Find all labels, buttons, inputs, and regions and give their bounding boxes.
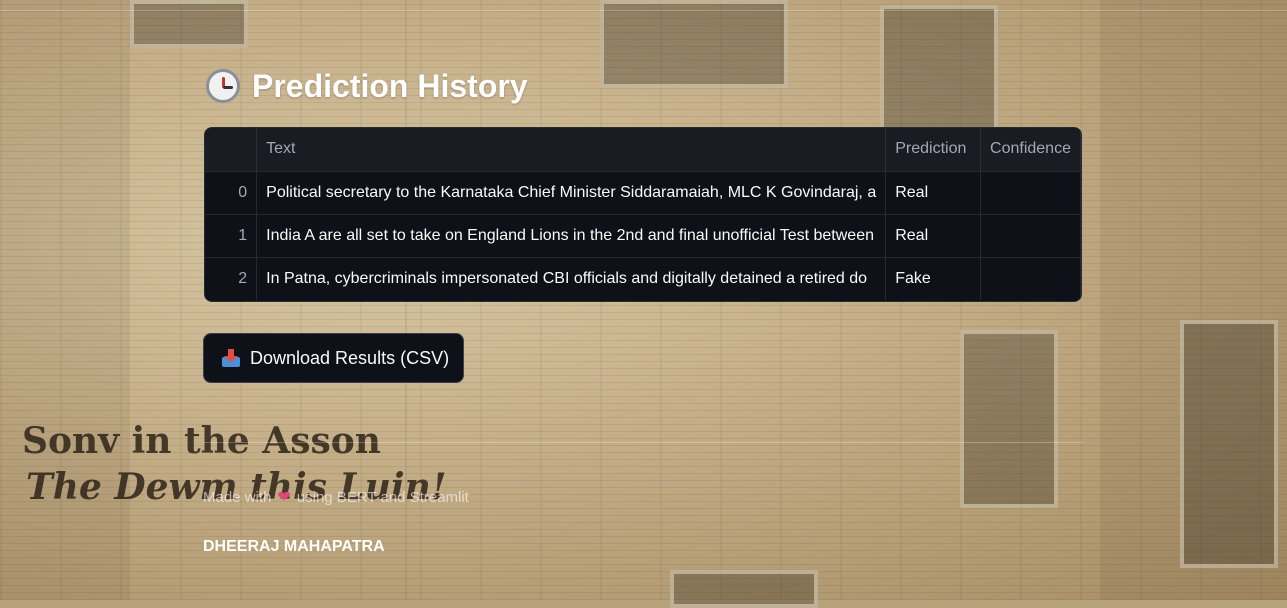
column-header-confidence[interactable]: Confidence <box>980 128 1081 171</box>
section-header: Prediction History <box>206 64 528 108</box>
table-row[interactable]: 0 Political secretary to the Karnataka C… <box>205 170 1081 214</box>
author-name: DHEERAJ MAHAPATRA <box>203 538 385 555</box>
section-title: Prediction History <box>252 67 528 104</box>
footer-note: Made with ❤ using BERT and Streamlit <box>203 487 469 507</box>
footer-made-with: Made with <box>203 488 272 506</box>
text-cell[interactable]: India A are all set to take on England L… <box>256 213 887 257</box>
row-index: 1 <box>205 213 258 257</box>
footer-divider <box>203 442 1083 443</box>
clock-icon <box>206 69 240 103</box>
confidence-cell[interactable] <box>980 213 1081 257</box>
prediction-cell[interactable]: Fake <box>885 256 982 300</box>
table-row[interactable]: 1 India A are all set to take on England… <box>205 213 1081 257</box>
table-header-row: Text Prediction Confidence <box>205 128 1081 171</box>
prediction-cell[interactable]: Real <box>885 213 982 257</box>
text-cell[interactable]: Political secretary to the Karnataka Chi… <box>256 170 887 214</box>
download-csv-button[interactable]: Download Results (CSV) <box>203 333 464 383</box>
column-header-prediction[interactable]: Prediction <box>885 128 982 171</box>
row-index: 0 <box>205 170 258 214</box>
confidence-cell[interactable] <box>980 256 1081 300</box>
background-headline-1: Sonv in the Asson <box>22 420 381 462</box>
row-index: 2 <box>205 256 258 300</box>
column-header-text[interactable]: Text <box>256 128 887 171</box>
heart-icon: ❤ <box>277 489 291 506</box>
confidence-cell[interactable] <box>980 170 1081 214</box>
prediction-history-table[interactable]: Text Prediction Confidence 0 Political s… <box>204 127 1082 302</box>
download-button-label: Download Results (CSV) <box>250 347 450 368</box>
prediction-cell[interactable]: Real <box>885 170 982 214</box>
top-divider <box>0 10 1287 11</box>
column-header-index[interactable] <box>205 128 258 171</box>
inbox-tray-icon <box>222 349 240 367</box>
table-row[interactable]: 2 In Patna, cybercriminals impersonated … <box>205 256 1081 300</box>
text-cell[interactable]: In Patna, cybercriminals impersonated CB… <box>256 256 887 300</box>
footer-using: using BERT and Streamlit <box>296 488 469 506</box>
